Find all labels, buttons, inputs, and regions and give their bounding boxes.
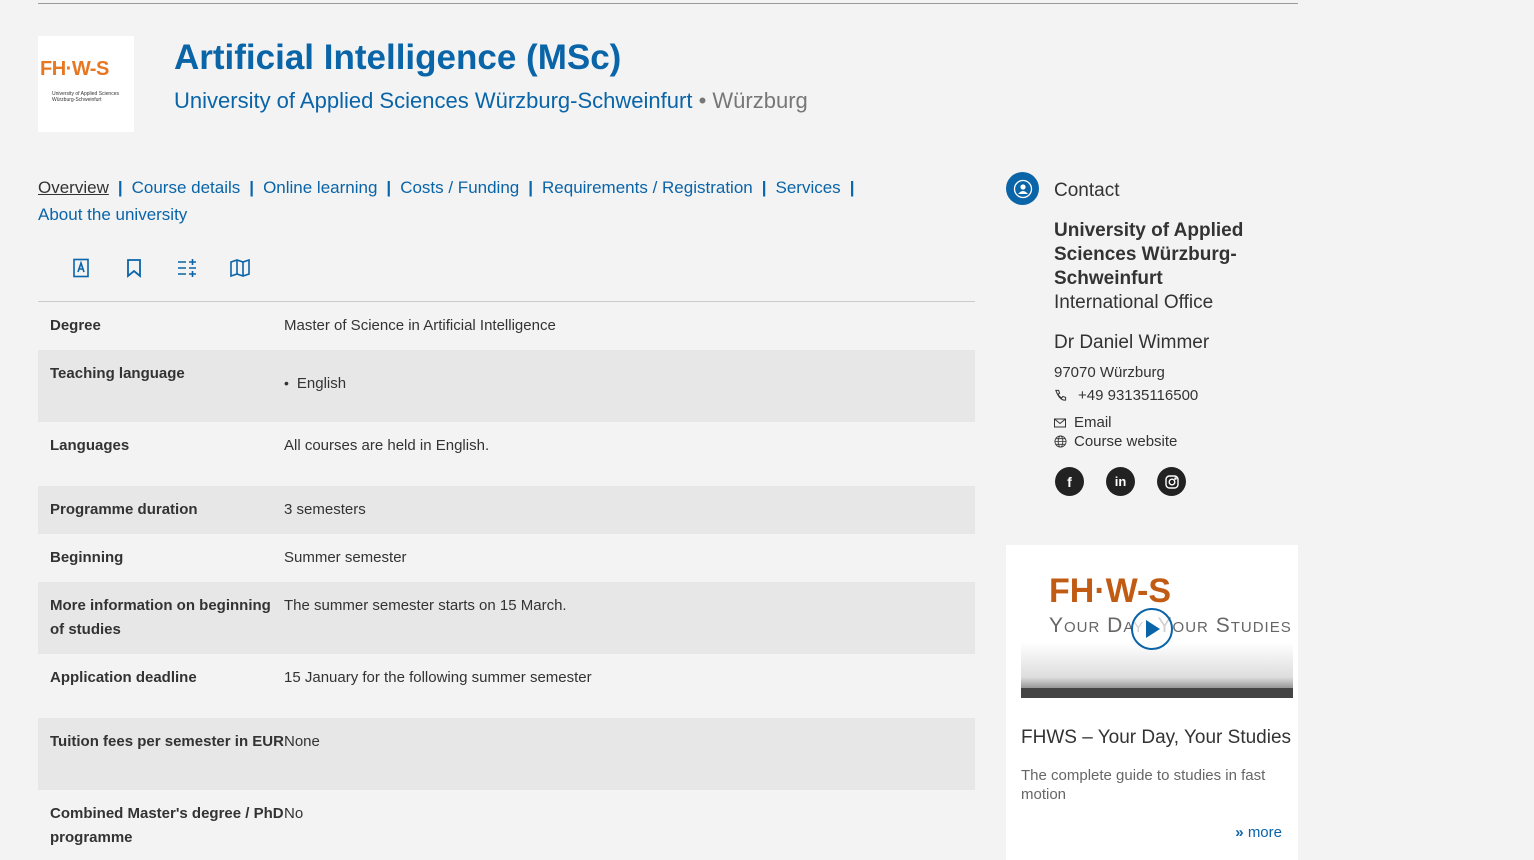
more-label[interactable]: more bbox=[1248, 824, 1282, 841]
row-label: More information on beginning of studies bbox=[50, 597, 271, 638]
university-line: University of Applied Sciences Würzburg-… bbox=[174, 88, 808, 114]
contact-phone: +49 93135116500 bbox=[1054, 387, 1198, 404]
video-player[interactable]: FH·W-S Your Day, Your Studies bbox=[1021, 560, 1293, 698]
page-title: Artificial Intelligence (MSc) bbox=[174, 38, 622, 77]
row-label: Teaching language bbox=[50, 365, 185, 382]
top-divider bbox=[38, 3, 1298, 4]
video-description: The complete guide to studies in fast mo… bbox=[1021, 767, 1266, 803]
social-links: f in bbox=[1055, 467, 1208, 496]
compare-icon[interactable] bbox=[176, 257, 198, 279]
row-value: 3 semesters bbox=[284, 501, 366, 518]
video-controls[interactable] bbox=[1021, 688, 1293, 698]
nav-separator: | bbox=[117, 178, 123, 197]
list-item: English bbox=[284, 371, 963, 396]
facebook-icon[interactable]: f bbox=[1055, 467, 1084, 496]
row-value: The summer semester starts on 15 March. bbox=[284, 597, 567, 614]
contact-department: International Office bbox=[1054, 292, 1214, 313]
row-label: Tuition fees per semester in EUR bbox=[50, 733, 284, 750]
row-label: Beginning bbox=[50, 549, 124, 566]
row-label: Degree bbox=[50, 317, 101, 334]
nav-costs-funding[interactable]: Costs / Funding bbox=[400, 178, 519, 197]
table-row: Programme duration 3 semesters bbox=[38, 486, 975, 534]
nav-separator: | bbox=[528, 178, 534, 197]
contact-org-name: University of Applied Sciences Würzburg-… bbox=[1054, 220, 1244, 289]
table-row: Teaching language English bbox=[38, 350, 975, 422]
logo-brand: FH·W-S bbox=[40, 58, 109, 80]
table-row: Languages All courses are held in Englis… bbox=[38, 422, 975, 486]
table-row: Degree Master of Science in Artificial I… bbox=[38, 302, 975, 350]
row-label: Languages bbox=[50, 437, 130, 454]
course-details-table: Degree Master of Science in Artificial I… bbox=[38, 301, 975, 860]
linkedin-icon[interactable]: in bbox=[1106, 467, 1135, 496]
mail-icon bbox=[1054, 418, 1068, 428]
section-nav: Overview | Course details | Online learning |… bbox=[38, 174, 878, 228]
email-label[interactable]: Email bbox=[1074, 414, 1112, 431]
pdf-icon[interactable] bbox=[70, 257, 92, 279]
row-value: None bbox=[284, 733, 320, 750]
row-value: English bbox=[284, 362, 963, 410]
row-value: All courses are held in English. bbox=[284, 437, 490, 454]
nav-about-university[interactable]: About the university bbox=[38, 205, 187, 224]
contact-city: 97070 Würzburg bbox=[1054, 364, 1165, 381]
logo-subtext: University of Applied Sciences Würzburg-… bbox=[52, 91, 119, 103]
university-link[interactable]: University of Applied Sciences Würzburg-… bbox=[174, 88, 692, 113]
course-website-link[interactable]: Course website bbox=[1054, 433, 1177, 450]
table-row: Beginning Summer semester bbox=[38, 534, 975, 582]
video-title: FHWS – Your Day, Your Studies bbox=[1021, 727, 1292, 748]
map-icon[interactable] bbox=[229, 257, 251, 279]
nav-separator: | bbox=[761, 178, 767, 197]
nav-separator: | bbox=[849, 178, 855, 197]
more-link[interactable]: » more bbox=[1235, 824, 1282, 841]
nav-online-learning[interactable]: Online learning bbox=[263, 178, 377, 197]
bookmark-icon[interactable] bbox=[123, 257, 145, 279]
phone-number[interactable]: +49 93135116500 bbox=[1078, 387, 1198, 404]
nav-separator: | bbox=[249, 178, 255, 197]
table-row: More information on beginning of studies… bbox=[38, 582, 975, 654]
row-label: Application deadline bbox=[50, 669, 197, 686]
nav-separator: | bbox=[386, 178, 392, 197]
contact-organization: University of Applied Sciences Würzburg-… bbox=[1054, 219, 1294, 315]
person-icon bbox=[1006, 172, 1039, 205]
bullet-separator: • bbox=[692, 88, 713, 113]
row-value: 15 January for the following summer seme… bbox=[284, 669, 592, 686]
toolbar bbox=[70, 257, 282, 279]
globe-icon bbox=[1054, 435, 1068, 448]
nav-requirements-registration[interactable]: Requirements / Registration bbox=[542, 178, 753, 197]
table-row: Tuition fees per semester in EUR None bbox=[38, 718, 975, 790]
email-link[interactable]: Email bbox=[1054, 414, 1112, 431]
row-label: Combined Master's degree / PhD programme bbox=[50, 805, 284, 846]
city-label: Würzburg bbox=[712, 88, 808, 113]
nav-services[interactable]: Services bbox=[776, 178, 841, 197]
website-label[interactable]: Course website bbox=[1074, 433, 1177, 450]
nav-overview[interactable]: Overview bbox=[38, 178, 109, 197]
row-value: No bbox=[284, 805, 304, 822]
contact-heading: Contact bbox=[1054, 180, 1120, 201]
contact-person: Dr Daniel Wimmer bbox=[1054, 332, 1210, 353]
phone-icon bbox=[1054, 389, 1068, 402]
university-logo: FH·W-S University of Applied Sciences Wü… bbox=[38, 36, 134, 132]
table-row: Application deadline 15 January for the … bbox=[38, 654, 975, 718]
row-value: Master of Science in Artificial Intellig… bbox=[284, 317, 556, 334]
nav-course-details[interactable]: Course details bbox=[132, 178, 241, 197]
video-card: FH·W-S Your Day, Your Studies FHWS – You… bbox=[1006, 545, 1298, 860]
more-chevron-icon: » bbox=[1235, 824, 1244, 841]
instagram-icon[interactable] bbox=[1157, 467, 1186, 496]
play-icon[interactable] bbox=[1131, 608, 1173, 650]
table-row: Combined Master's degree / PhD programme… bbox=[38, 790, 975, 860]
video-brand: FH·W-S bbox=[1049, 572, 1172, 610]
row-value: Summer semester bbox=[284, 549, 407, 566]
row-label: Programme duration bbox=[50, 501, 198, 518]
